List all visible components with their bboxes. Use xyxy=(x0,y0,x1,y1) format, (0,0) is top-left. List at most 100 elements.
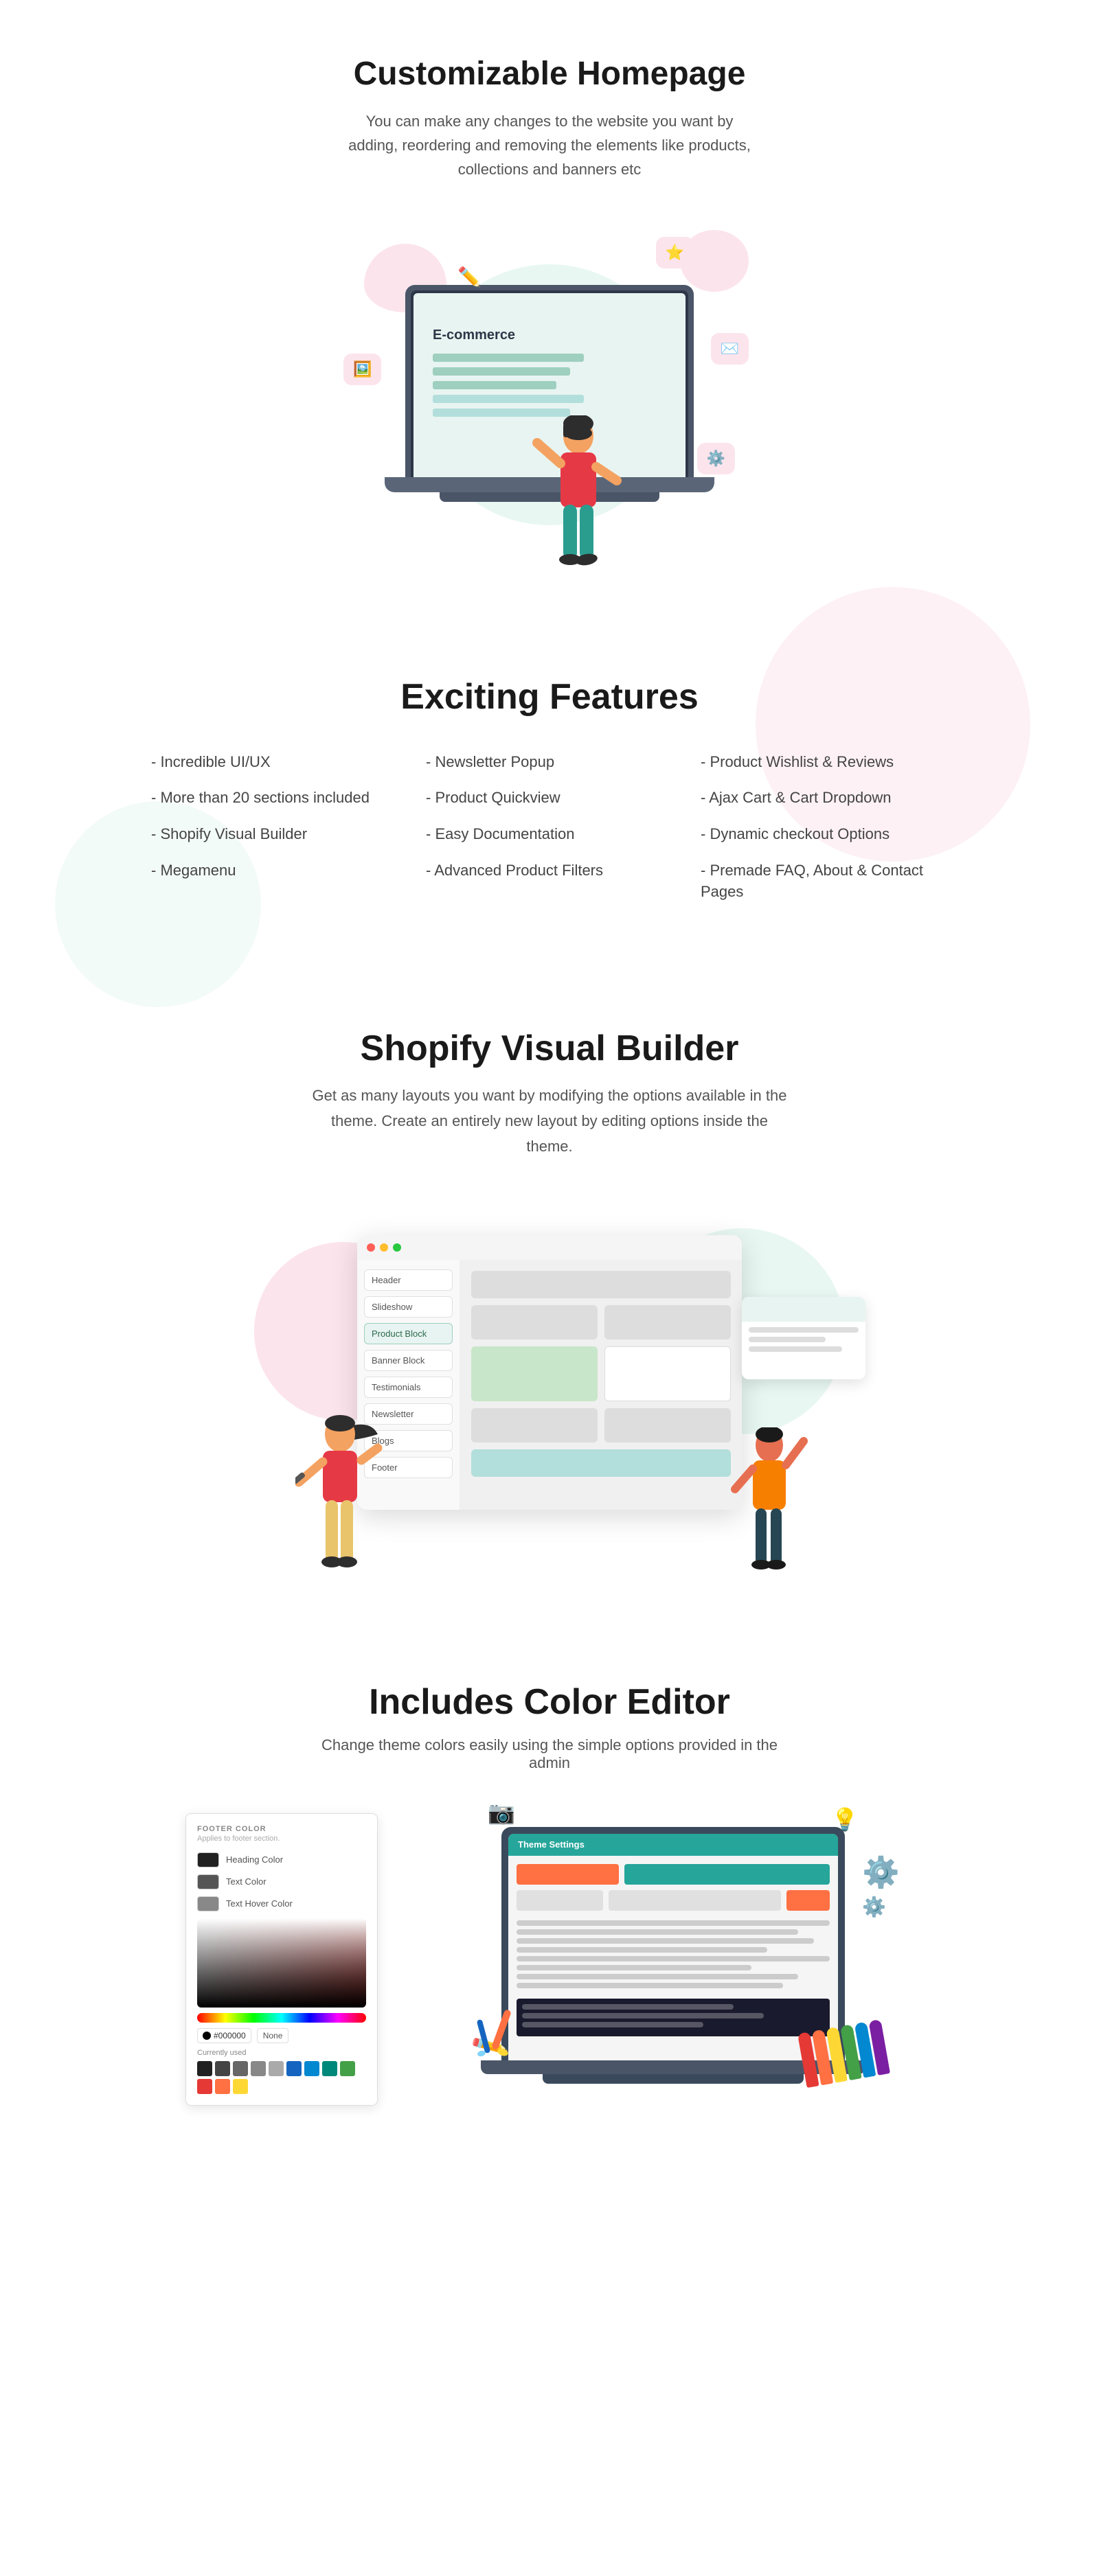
camera-icon: 📷 xyxy=(488,1799,515,1826)
feature-item: - Shopify Visual Builder xyxy=(151,824,398,845)
placeholder-2 xyxy=(604,1305,731,1339)
screen-line-4 xyxy=(433,395,584,403)
builder-person-right xyxy=(728,1427,811,1592)
swatch-4[interactable] xyxy=(251,2061,266,2076)
builder-illustration: Header Slideshow Product Block Banner Bl… xyxy=(240,1201,859,1585)
features-grid: - Incredible UI/UX - More than 20 sectio… xyxy=(137,752,962,918)
swatch-3[interactable] xyxy=(233,2061,248,2076)
lb-gray-2 xyxy=(609,1890,781,1911)
lb-orange-2 xyxy=(786,1890,830,1911)
placeholder-1 xyxy=(471,1305,598,1339)
section3-title: Shopify Visual Builder xyxy=(137,1028,962,1069)
section3-description: Get as many layouts you want by modifyin… xyxy=(309,1083,790,1160)
feature-item: - Megamenu xyxy=(151,860,398,882)
feature-item: - Easy Documentation xyxy=(426,824,673,845)
star-icon: ⭐ xyxy=(656,237,694,268)
laptop2-header: Theme Settings xyxy=(508,1834,838,1856)
dot-yellow xyxy=(380,1243,388,1252)
color-swatch-text[interactable] xyxy=(197,1874,219,1889)
browser-window: Header Slideshow Product Block Banner Bl… xyxy=(357,1235,742,1510)
settings-icon: ⚙️ xyxy=(697,443,735,474)
color-hex-box[interactable]: #000000 xyxy=(197,2028,251,2043)
screen-line-2 xyxy=(433,367,570,376)
section4-title: Includes Color Editor xyxy=(69,1681,1030,1723)
browser-main xyxy=(460,1260,742,1510)
laptop2-header-text: Theme Settings xyxy=(518,1839,585,1850)
card-line xyxy=(749,1346,842,1352)
none-button[interactable]: None xyxy=(257,2028,289,2043)
feature-item: - Ajax Cart & Cart Dropdown xyxy=(701,787,948,809)
card-line xyxy=(749,1337,826,1342)
browser-content: Header Slideshow Product Block Banner Bl… xyxy=(357,1260,742,1510)
color-spectrum[interactable] xyxy=(197,1918,366,2008)
placeholder-wide-1 xyxy=(471,1271,731,1298)
screen-line-1 xyxy=(433,354,584,362)
feature-item: - Dynamic checkout Options xyxy=(701,824,948,845)
section-color: Includes Color Editor Change theme color… xyxy=(0,1626,1099,2161)
color-picker-panel: FOOTER COLOR Applies to footer section. … xyxy=(185,1813,378,2106)
laptop2-body-content xyxy=(508,1856,838,2045)
section2-title: Exciting Features xyxy=(69,676,1030,717)
placeholder-wide-2 xyxy=(471,1449,731,1477)
swatch-12[interactable] xyxy=(233,2079,248,2094)
lb-teal xyxy=(624,1864,830,1885)
card-lines xyxy=(742,1322,865,1361)
screen-line-3 xyxy=(433,381,556,389)
currently-used-label: Currently used xyxy=(197,2049,366,2057)
color-row-heading: Heading Color xyxy=(197,1852,366,1867)
color-swatch-heading[interactable] xyxy=(197,1852,219,1867)
features-col-2: - Newsletter Popup - Product Quickview -… xyxy=(412,752,687,918)
floating-card xyxy=(742,1297,865,1379)
color-row-label-hover: Text Hover Color xyxy=(226,1898,293,1909)
swatch-9[interactable] xyxy=(340,2061,355,2076)
swatch-2[interactable] xyxy=(215,2061,230,2076)
swatch-6[interactable] xyxy=(286,2061,302,2076)
color-row-text: Text Color xyxy=(197,1874,366,1889)
gear-icon-large: ⚙️ xyxy=(862,1854,900,1890)
color-row-label-text: Text Color xyxy=(226,1876,267,1887)
homepage-illustration: E-commerce xyxy=(309,223,790,580)
swatch-1[interactable] xyxy=(197,2061,212,2076)
person-illustration xyxy=(530,415,626,580)
swatch-10[interactable] xyxy=(197,2079,212,2094)
email-icon: ✉️ xyxy=(711,333,749,365)
color-row-hover: Text Hover Color xyxy=(197,1896,366,1911)
laptop2-row-1 xyxy=(517,1864,830,1885)
gear-icon-small: ⚙️ xyxy=(862,1896,886,1918)
feature-item: - More than 20 sections included xyxy=(151,787,398,809)
placeholder-4 xyxy=(604,1408,731,1442)
swatch-8[interactable] xyxy=(322,2061,337,2076)
swatches-row xyxy=(197,2061,366,2094)
color-hue-bar[interactable] xyxy=(197,2013,366,2023)
placeholder-tall xyxy=(471,1346,598,1401)
feature-item: - Incredible UI/UX xyxy=(151,752,398,773)
feature-item: - Product Quickview xyxy=(426,787,673,809)
hex-dot xyxy=(203,2032,211,2040)
color-right-illustration: 📷 💡 ⚙️ ⚙️ Theme Settings xyxy=(433,1813,914,2102)
swatch-11[interactable] xyxy=(215,2079,230,2094)
features-col-3: - Product Wishlist & Reviews - Ajax Cart… xyxy=(687,752,962,918)
color-swatch-hover[interactable] xyxy=(197,1896,219,1911)
card-header xyxy=(742,1297,865,1322)
section-features: Exciting Features - Incredible UI/UX - M… xyxy=(0,621,1099,973)
hex-value: #000000 xyxy=(214,2031,246,2040)
feature-item: - Advanced Product Filters xyxy=(426,860,673,882)
builder-person-left xyxy=(295,1414,385,1592)
swatch-7[interactable] xyxy=(304,2061,319,2076)
placeholder-3 xyxy=(471,1408,598,1442)
lightbulb-icon: 💡 xyxy=(831,1806,859,1832)
swatch-5[interactable] xyxy=(269,2061,284,2076)
screen-label: E-commerce xyxy=(433,327,515,343)
card-line xyxy=(749,1327,859,1333)
sidebar-item-testimonials: Testimonials xyxy=(364,1377,453,1398)
laptop2-body: Theme Settings xyxy=(501,1827,845,2060)
color-illustration: FOOTER COLOR Applies to footer section. … xyxy=(137,1813,962,2106)
section4-description: Change theme colors easily using the sim… xyxy=(309,1736,790,1772)
placeholder-tall-2 xyxy=(604,1346,731,1401)
dot-green xyxy=(393,1243,401,1252)
sidebar-item-slideshow: Slideshow xyxy=(364,1296,453,1318)
section-customizable: Customizable Homepage You can make any c… xyxy=(0,0,1099,621)
color-panel-subtitle: Applies to footer section. xyxy=(197,1835,366,1843)
browser-bar xyxy=(357,1235,742,1260)
pencil-icon: ✏️ xyxy=(446,257,492,297)
